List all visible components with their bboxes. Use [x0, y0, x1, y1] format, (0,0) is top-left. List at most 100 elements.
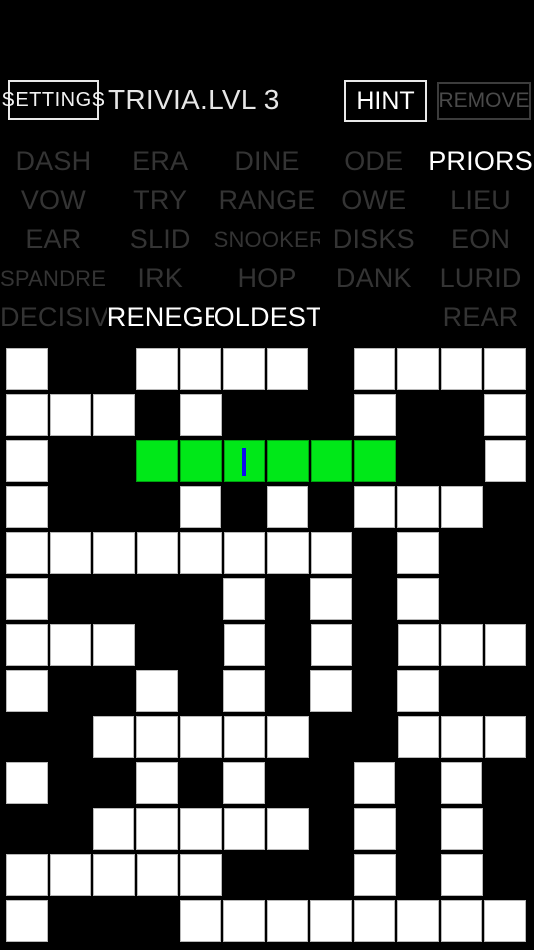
word-item-lieu[interactable]: LIEU	[427, 185, 534, 216]
grid-cell-open[interactable]	[266, 900, 309, 942]
grid-cell-open[interactable]	[93, 624, 135, 666]
grid-cell-open[interactable]	[180, 854, 222, 896]
grid-cell-open[interactable]	[136, 854, 179, 896]
grid-cell-open[interactable]	[484, 394, 526, 436]
word-item-hop[interactable]: HOP	[214, 263, 321, 294]
grid-cell-open[interactable]	[49, 854, 92, 896]
grid-cell-open[interactable]	[223, 348, 265, 390]
grid-cell-open[interactable]	[93, 532, 135, 574]
grid-cell-open[interactable]	[93, 854, 135, 896]
grid-cell-open[interactable]	[223, 578, 265, 620]
grid-cell-open[interactable]	[136, 716, 178, 758]
grid-cell-active[interactable]	[354, 440, 396, 482]
word-item-snookers[interactable]: SNOOKERS	[214, 227, 321, 253]
word-item-priors[interactable]: PRIORS	[427, 146, 534, 177]
grid-cell-active[interactable]	[267, 440, 309, 482]
grid-cell-open[interactable]	[223, 670, 265, 712]
grid-cell-open[interactable]	[397, 624, 440, 666]
grid-cell-open[interactable]	[397, 578, 439, 620]
grid-cell-open[interactable]	[397, 716, 440, 758]
grid-cell-open[interactable]	[6, 762, 48, 804]
grid-cell-open[interactable]	[484, 900, 526, 942]
grid-cell-open[interactable]	[353, 348, 396, 390]
word-item-eon[interactable]: EON	[427, 224, 534, 255]
grid-cell-open[interactable]	[310, 578, 352, 620]
grid-cell-open[interactable]	[354, 394, 396, 436]
word-item-era[interactable]: ERA	[107, 146, 214, 177]
grid-cell-open[interactable]	[441, 854, 483, 896]
word-item-owe[interactable]: OWE	[320, 185, 427, 216]
grid-cell-open[interactable]	[92, 808, 135, 850]
grid-cell-open[interactable]	[136, 670, 178, 712]
grid-cell-open[interactable]	[441, 486, 483, 528]
grid-cell-open[interactable]	[354, 854, 396, 896]
grid-cell-active[interactable]	[136, 440, 178, 482]
word-item-decisive[interactable]: DECISIVE	[0, 302, 107, 333]
grid-cell-open[interactable]	[440, 762, 483, 804]
grid-cell-open[interactable]	[223, 624, 266, 666]
grid-cell-open[interactable]	[484, 348, 526, 390]
grid-cell-open[interactable]	[441, 624, 483, 666]
grid-cell-open[interactable]	[6, 900, 48, 942]
crossword-grid[interactable]	[6, 348, 528, 946]
grid-cell-open[interactable]	[441, 808, 483, 850]
word-item-spandrel[interactable]: SPANDREL	[0, 266, 107, 292]
grid-cell-open[interactable]	[223, 900, 265, 942]
grid-cell-open[interactable]	[354, 808, 396, 850]
word-item-ode[interactable]: ODE	[320, 146, 427, 177]
grid-cell-open[interactable]	[6, 578, 48, 620]
grid-cell-open[interactable]	[353, 762, 396, 804]
grid-cell-open[interactable]	[6, 348, 48, 390]
word-item-dine[interactable]: DINE	[214, 146, 321, 177]
grid-cell-open[interactable]	[49, 394, 92, 436]
grid-cell-open[interactable]	[397, 486, 439, 528]
word-item-dank[interactable]: DANK	[320, 263, 427, 294]
grid-cell-open[interactable]	[223, 762, 265, 804]
word-item-dash[interactable]: DASH	[0, 146, 107, 177]
hint-button[interactable]: HINT	[344, 80, 427, 122]
grid-cell-open[interactable]	[310, 900, 352, 942]
word-item-rear[interactable]: REAR	[427, 302, 534, 333]
grid-cell-open[interactable]	[49, 624, 92, 666]
grid-cell-open[interactable]	[223, 808, 266, 850]
grid-cell-open[interactable]	[179, 900, 222, 942]
grid-cell-open[interactable]	[180, 716, 222, 758]
grid-cell-open[interactable]	[6, 532, 48, 574]
grid-cell-open[interactable]	[136, 532, 178, 574]
grid-cell-open[interactable]	[267, 716, 309, 758]
grid-cell-open[interactable]	[6, 440, 48, 482]
grid-cell-open[interactable]	[353, 486, 396, 528]
grid-cell-open[interactable]	[136, 808, 178, 850]
grid-cell-open[interactable]	[440, 348, 483, 390]
grid-cell-open[interactable]	[180, 532, 222, 574]
word-item-slid[interactable]: SLID	[107, 224, 214, 255]
grid-cell-open[interactable]	[6, 854, 48, 896]
grid-cell-open[interactable]	[310, 624, 353, 666]
grid-cell-open[interactable]	[310, 670, 352, 712]
word-item-oldest[interactable]: OLDEST	[214, 302, 321, 333]
word-item-try[interactable]: TRY	[107, 185, 214, 216]
grid-cell-open[interactable]	[440, 900, 483, 942]
grid-cell-open[interactable]	[441, 716, 483, 758]
grid-cell-open[interactable]	[484, 440, 527, 482]
grid-cell-open[interactable]	[92, 716, 135, 758]
grid-cell-open[interactable]	[397, 900, 439, 942]
grid-cell-open[interactable]	[484, 624, 527, 666]
grid-cell-open[interactable]	[267, 808, 309, 850]
grid-cell-open[interactable]	[180, 808, 222, 850]
settings-button[interactable]: SETTINGS	[2, 80, 105, 120]
word-item-ear[interactable]: EAR	[0, 224, 107, 255]
grid-cell-open[interactable]	[49, 532, 91, 574]
grid-cell-open[interactable]	[6, 624, 48, 666]
grid-cell-active[interactable]	[223, 440, 266, 482]
grid-cell-open[interactable]	[6, 486, 48, 528]
grid-cell-active[interactable]	[180, 440, 222, 482]
grid-cell-open[interactable]	[484, 716, 527, 758]
grid-cell-open[interactable]	[310, 532, 352, 574]
grid-cell-open[interactable]	[353, 900, 396, 942]
grid-cell-open[interactable]	[179, 486, 222, 528]
grid-cell-open[interactable]	[223, 716, 266, 758]
grid-cell-open[interactable]	[267, 532, 309, 574]
grid-cell-open[interactable]	[397, 532, 439, 574]
grid-cell-open[interactable]	[223, 532, 265, 574]
